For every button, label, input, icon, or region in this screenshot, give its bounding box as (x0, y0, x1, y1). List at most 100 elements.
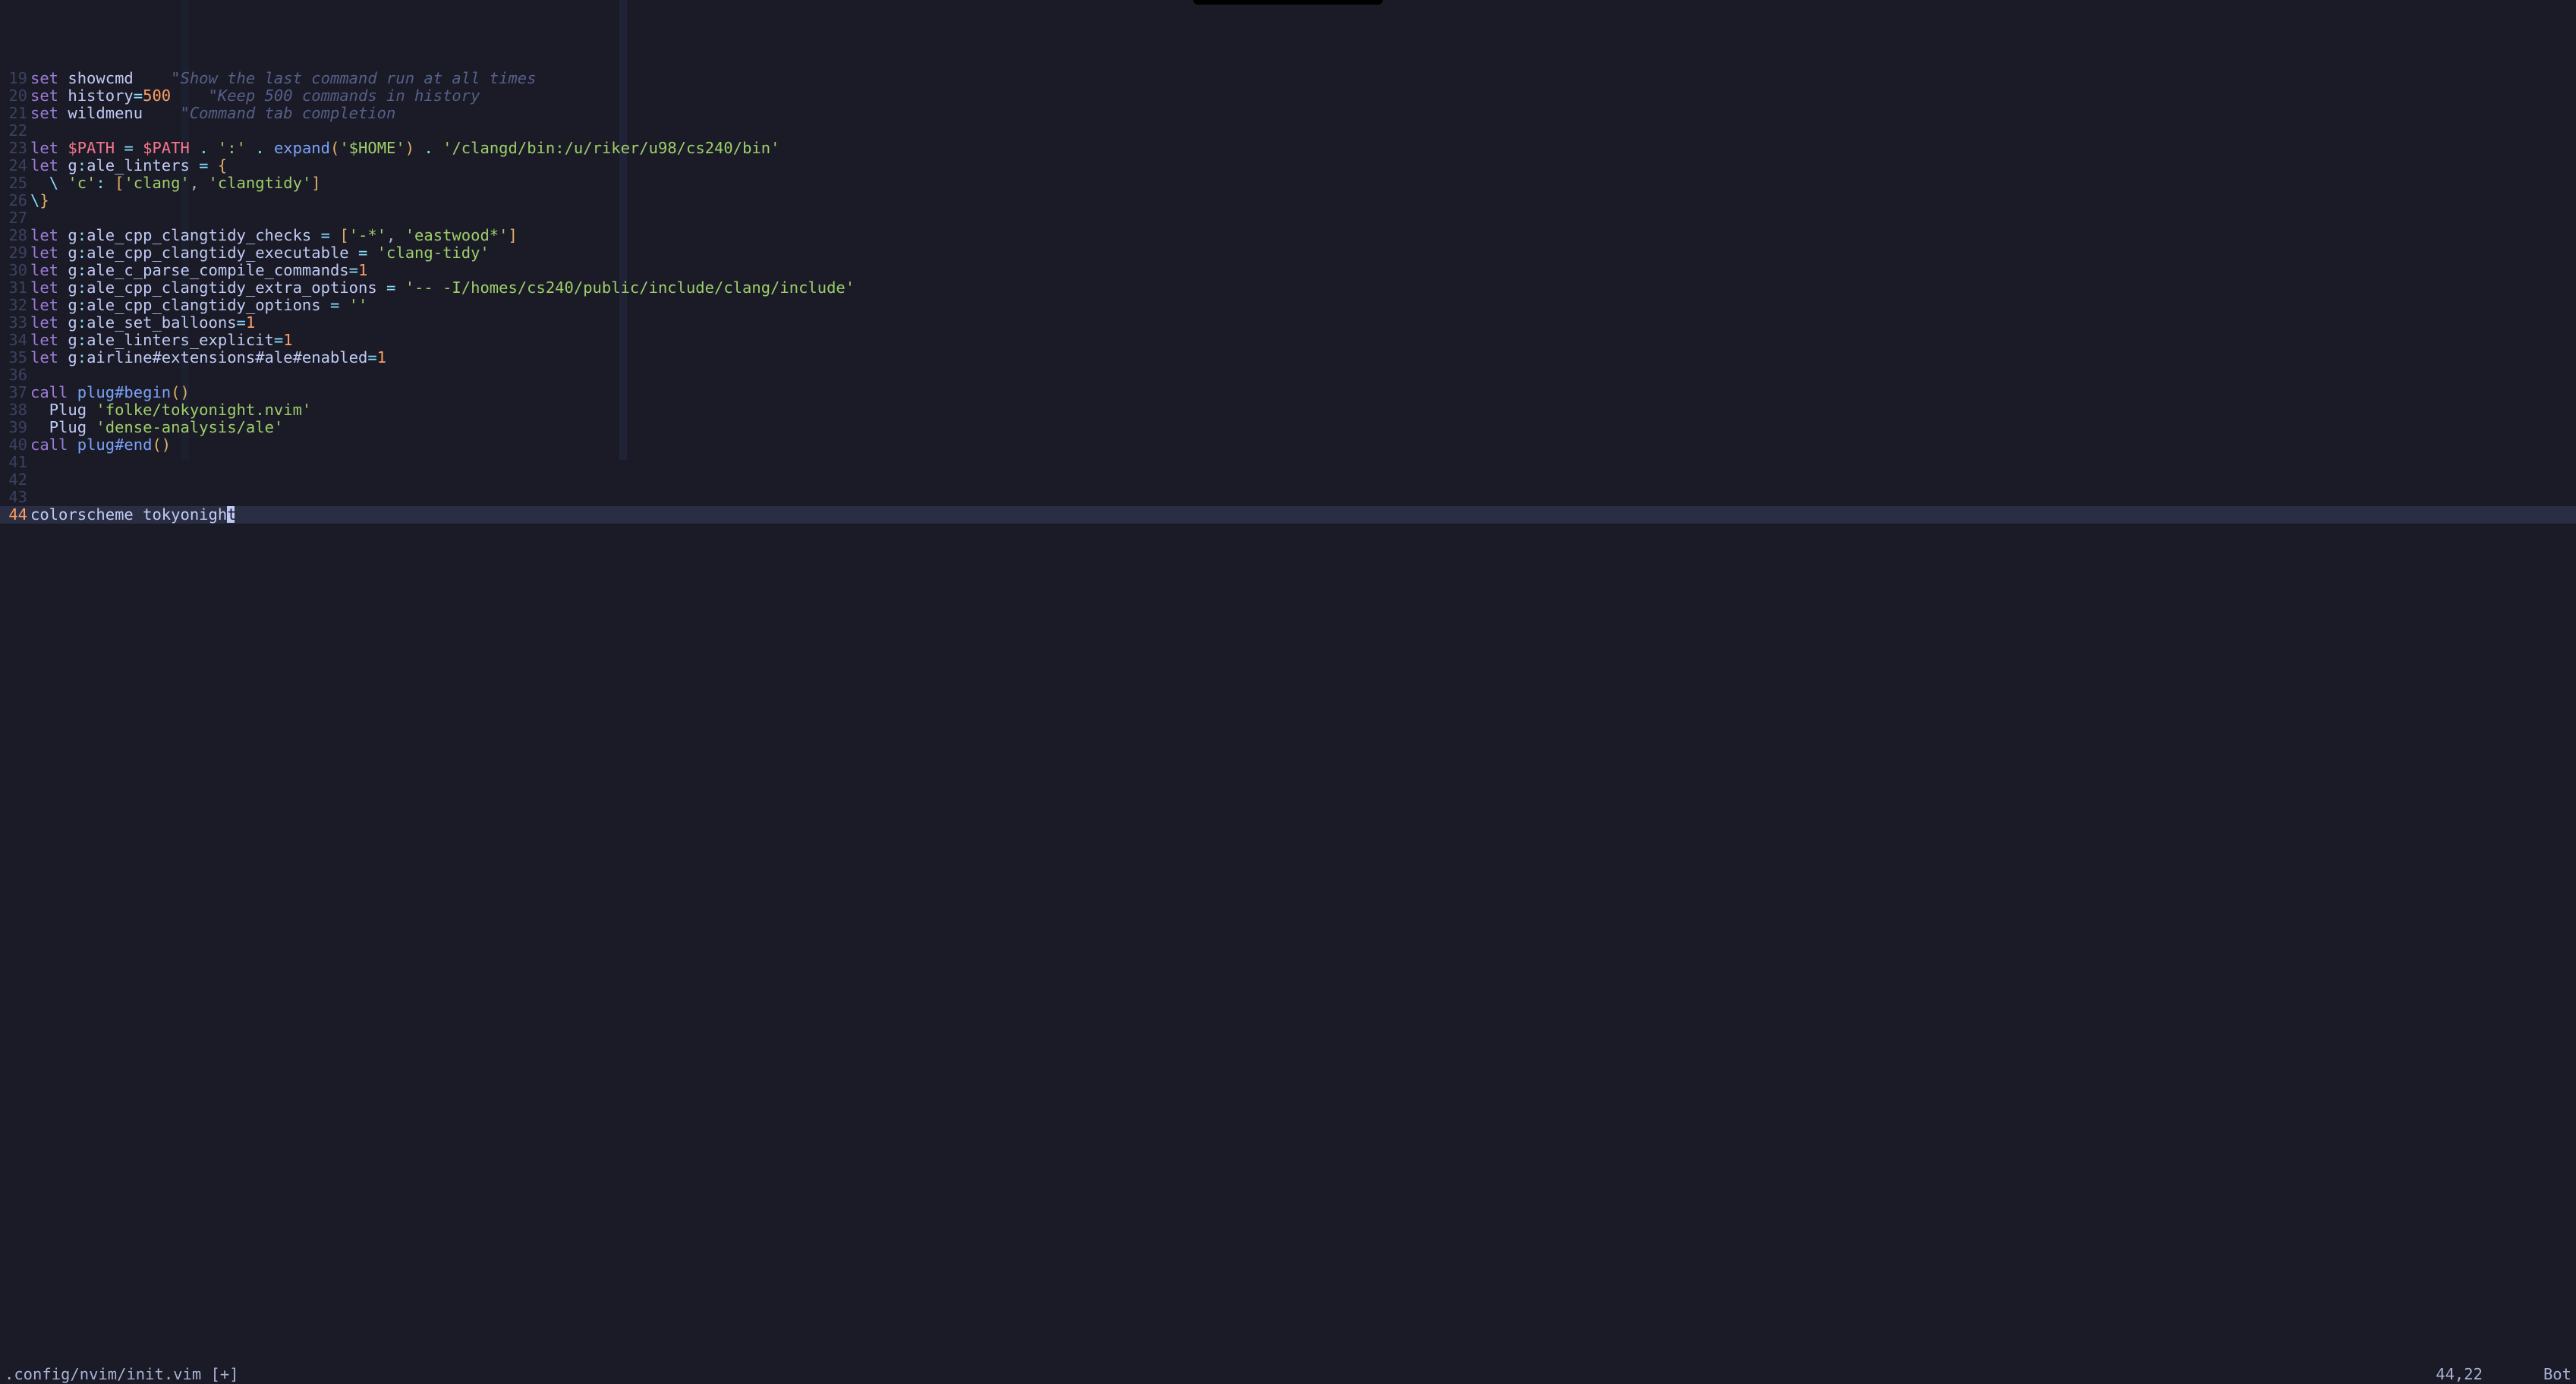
code-content[interactable]: let g:ale_set_balloons=1 (30, 314, 255, 332)
code-content[interactable]: set wildmenu "Command tab completion (30, 105, 395, 122)
token-plain (190, 139, 199, 157)
code-line[interactable]: 39 Plug 'dense-analysis/ale' (0, 419, 2576, 436)
token-delim: [ (339, 226, 348, 244)
token-plain (58, 139, 68, 157)
line-number: 42 (0, 471, 30, 489)
code-content[interactable]: colorscheme tokyonight (30, 506, 235, 524)
line-number: 29 (0, 244, 30, 262)
code-content[interactable]: let g:ale_cpp_clangtidy_options = '' (30, 297, 367, 314)
code-line[interactable]: 25 \ 'c': ['clang', 'clangtidy'] (0, 175, 2576, 192)
token-kw: let (30, 296, 58, 314)
token-plain (58, 296, 68, 314)
line-number: 33 (0, 314, 30, 332)
token-delim: } (39, 191, 49, 209)
token-str: 'folke/tokyonight.nvim' (96, 401, 311, 419)
code-line[interactable]: 28let g:ale_cpp_clangtidy_checks = ['-*'… (0, 227, 2576, 244)
code-line[interactable]: 32let g:ale_cpp_clangtidy_options = '' (0, 297, 2576, 314)
token-delim: ] (508, 226, 517, 244)
code-line[interactable]: 36 (0, 366, 2576, 384)
token-plain (339, 296, 348, 314)
code-content[interactable]: call plug#begin() (30, 384, 190, 401)
token-ident: g (68, 156, 77, 175)
line-number: 36 (0, 366, 30, 384)
code-content[interactable]: set history=500 "Keep 500 commands in hi… (30, 87, 480, 105)
code-content[interactable]: let g:airline#extensions#ale#enabled=1 (30, 349, 386, 366)
code-line[interactable]: 31let g:ale_cpp_clangtidy_extra_options … (0, 279, 2576, 297)
code-line[interactable]: 37call plug#begin() (0, 384, 2576, 401)
token-kw: let (30, 348, 58, 366)
code-content[interactable]: let g:ale_linters_explicit=1 (30, 332, 293, 349)
code-line[interactable]: 41 (0, 454, 2576, 471)
code-line[interactable]: 40call plug#end() (0, 436, 2576, 454)
code-line[interactable]: 19set showcmd "Show the last command run… (0, 70, 2576, 87)
code-line[interactable]: 34let g:ale_linters_explicit=1 (0, 332, 2576, 349)
token-plain (330, 226, 339, 244)
code-content[interactable]: Plug 'folke/tokyonight.nvim' (30, 401, 311, 419)
token-plain (134, 505, 143, 524)
line-number: 22 (0, 122, 30, 140)
token-op: = (124, 139, 133, 157)
code-content[interactable]: let g:ale_cpp_clangtidy_executable = 'cl… (30, 244, 490, 262)
code-line[interactable]: 33let g:ale_set_balloons=1 (0, 314, 2576, 332)
code-line[interactable]: 26\} (0, 192, 2576, 209)
token-plain (190, 156, 199, 175)
code-line[interactable]: 24let g:ale_linters = { (0, 157, 2576, 175)
code-content[interactable]: Plug 'dense-analysis/ale' (30, 419, 283, 436)
token-num: 1 (377, 348, 386, 366)
code-content[interactable]: call plug#end() (30, 436, 171, 454)
line-number: 19 (0, 70, 30, 87)
code-line[interactable]: 29let g:ale_cpp_clangtidy_executable = '… (0, 244, 2576, 262)
token-plain (58, 156, 68, 175)
line-number: 39 (0, 419, 30, 436)
token-ident: colorscheme (30, 505, 134, 524)
code-line[interactable]: 30let g:ale_c_parse_compile_commands=1 (0, 262, 2576, 279)
token-plain: , (386, 226, 405, 244)
token-str: '-*' (349, 226, 386, 244)
cursor: t (227, 506, 235, 523)
token-str: '/clangd/bin:/u/riker/u98/cs240/bin' (442, 139, 779, 157)
token-ident: g (68, 261, 77, 279)
code-line[interactable]: 42 (0, 471, 2576, 489)
line-number: 21 (0, 105, 30, 122)
editor-viewport[interactable]: 19set showcmd "Show the last command run… (0, 0, 2576, 1365)
code-content[interactable]: set showcmd "Show the last command run a… (30, 70, 537, 87)
line-number: 38 (0, 401, 30, 419)
code-content[interactable]: \ 'c': ['clang', 'clangtidy'] (30, 175, 321, 192)
token-comment: "Command tab completion (181, 104, 396, 122)
code-content[interactable]: let g:ale_cpp_clangtidy_extra_options = … (30, 279, 855, 297)
code-line[interactable]: 22 (0, 122, 2576, 140)
code-line[interactable]: 38 Plug 'folke/tokyonight.nvim' (0, 401, 2576, 419)
token-plain (209, 139, 218, 157)
token-ident: ale_linters_explicit (87, 331, 274, 349)
code-content[interactable]: \} (30, 192, 49, 209)
code-line[interactable]: 21set wildmenu "Command tab completion (0, 105, 2576, 122)
token-op: : (77, 296, 87, 314)
code-content[interactable]: let g:ale_c_parse_compile_commands=1 (30, 262, 367, 279)
code-line[interactable]: 20set history=500 "Keep 500 commands in … (0, 87, 2576, 105)
token-kw: let (30, 139, 58, 157)
line-number: 34 (0, 332, 30, 349)
code-line[interactable]: 35let g:airline#extensions#ale#enabled=1 (0, 349, 2576, 366)
token-delim: [ (115, 174, 124, 192)
code-content[interactable]: let g:ale_linters = { (30, 157, 227, 175)
code-line[interactable]: 44colorscheme tokyonight (0, 506, 2576, 524)
code-content[interactable]: let g:ale_cpp_clangtidy_checks = ['-*', … (30, 227, 518, 244)
token-plain (209, 156, 218, 175)
code-line[interactable]: 23let $PATH = $PATH . ':' . expand('$HOM… (0, 140, 2576, 157)
token-plain (171, 86, 208, 105)
line-number: 25 (0, 175, 30, 192)
token-kw: let (30, 278, 58, 297)
code-content[interactable]: let $PATH = $PATH . ':' . expand('$HOME'… (30, 140, 779, 157)
token-op: = (386, 278, 395, 297)
token-op: : (77, 156, 87, 175)
token-plain (395, 278, 405, 297)
code-line[interactable]: 43 (0, 489, 2576, 506)
token-ident: wildmenu (68, 104, 143, 122)
token-ident: history (68, 86, 133, 105)
token-op: : (77, 226, 87, 244)
token-delim: ( (330, 139, 339, 157)
token-op: . (255, 139, 264, 157)
token-op: = (199, 156, 208, 175)
code-line[interactable]: 27 (0, 209, 2576, 227)
token-op: : (96, 174, 105, 192)
